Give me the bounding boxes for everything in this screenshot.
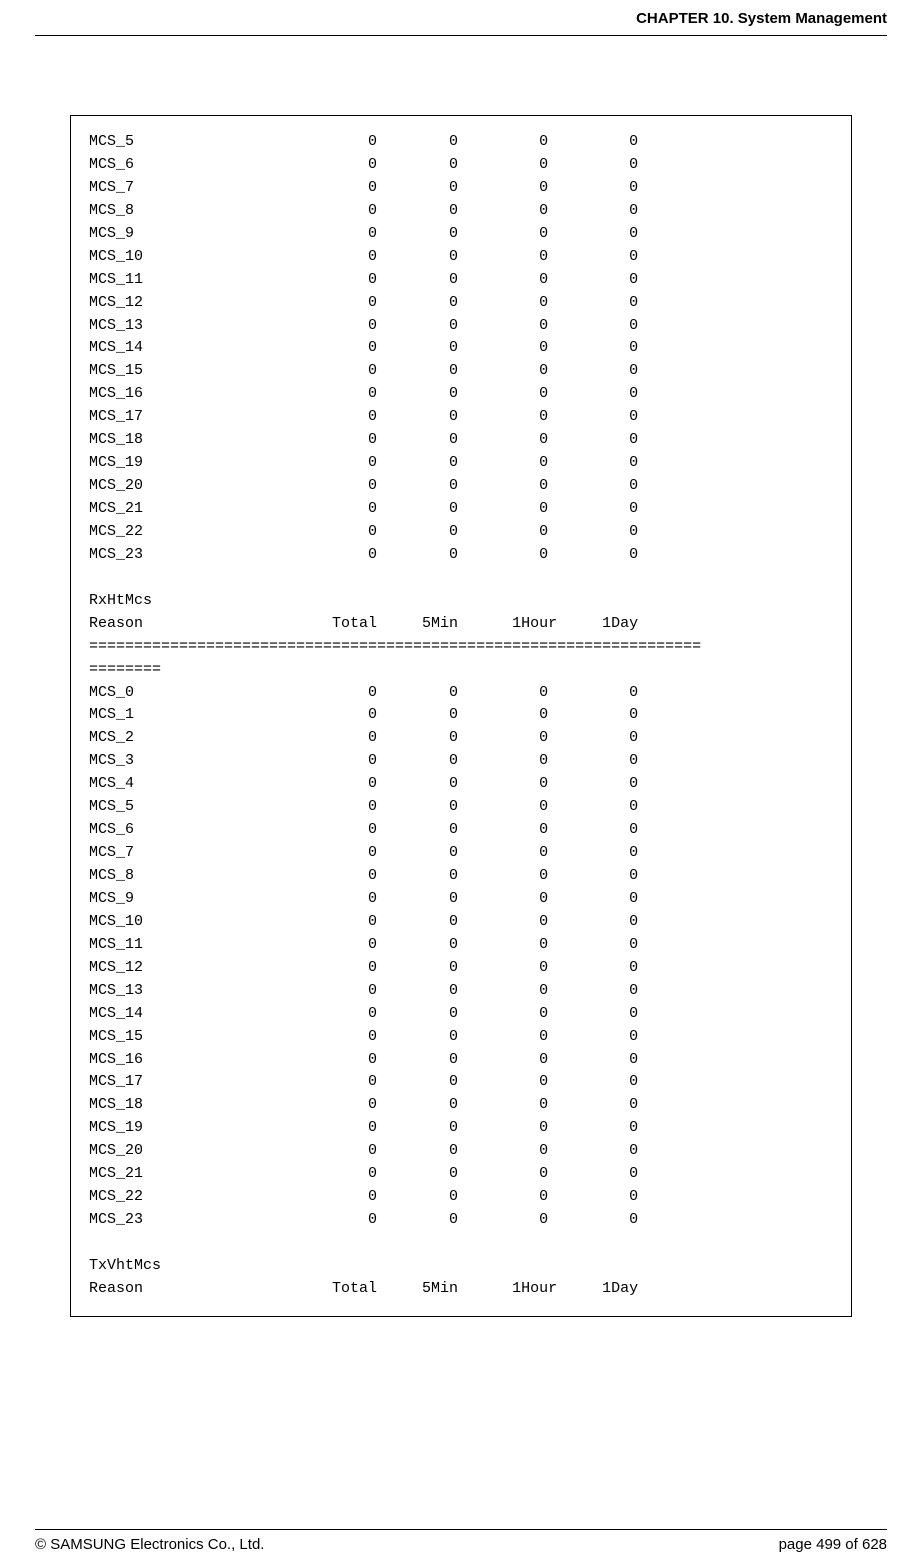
copyright: © SAMSUNG Electronics Co., Ltd.: [35, 1536, 264, 1553]
page-header: CHAPTER 10. System Management: [636, 10, 887, 27]
terminal-output: MCS_5 0 0 0 0 MCS_6 0 0 0 0 MCS_7 0 0 0 …: [70, 115, 852, 1317]
header-rule: [35, 35, 887, 36]
chapter-title: CHAPTER 10. System Management: [636, 10, 887, 27]
page-number: page 499 of 628: [779, 1536, 887, 1553]
footer-rule: [35, 1529, 887, 1530]
